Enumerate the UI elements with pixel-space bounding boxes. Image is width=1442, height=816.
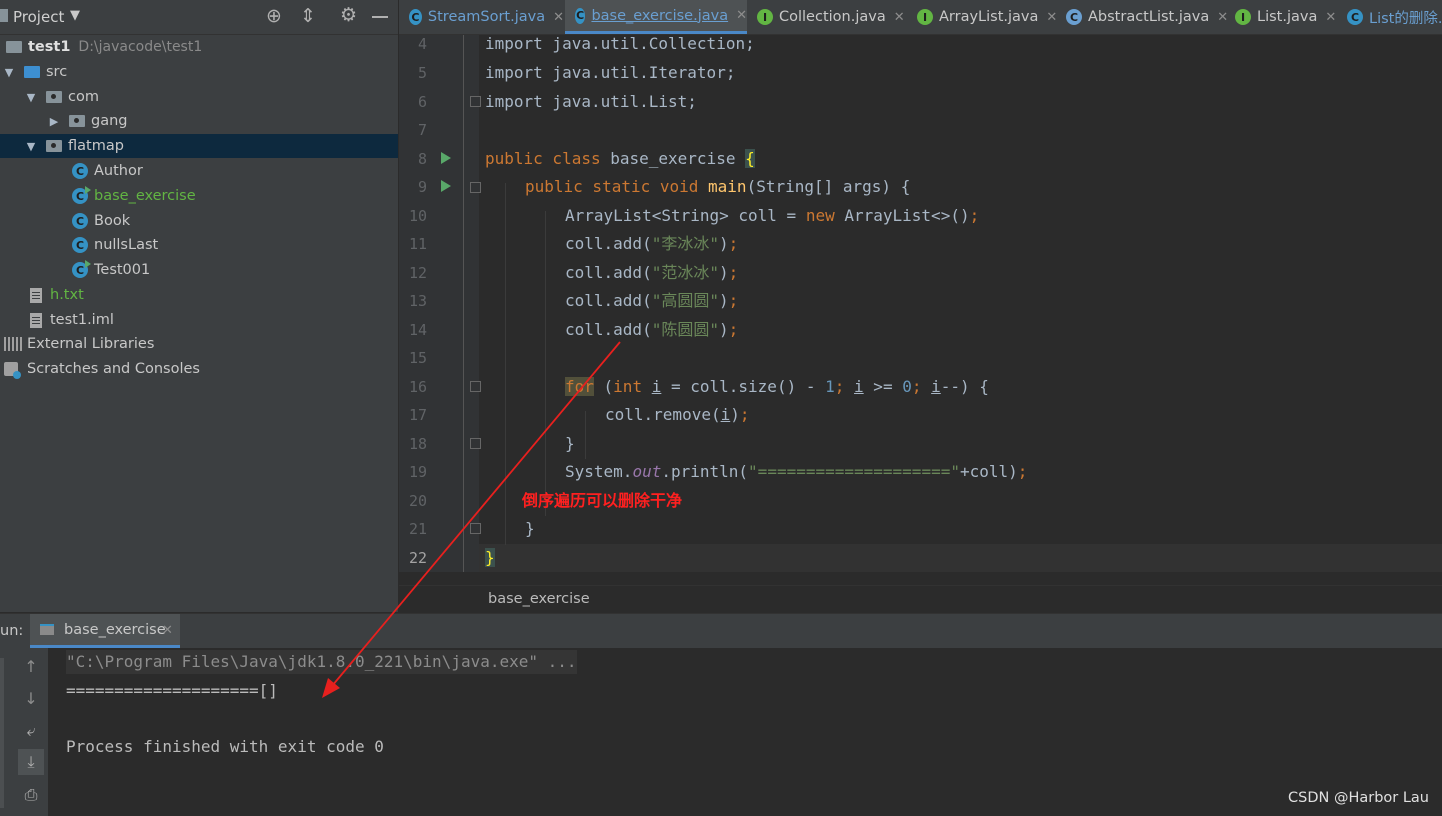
- annotation-arrow-overlay: [322, 341, 621, 698]
- annotation-arrow-line: [331, 341, 621, 687]
